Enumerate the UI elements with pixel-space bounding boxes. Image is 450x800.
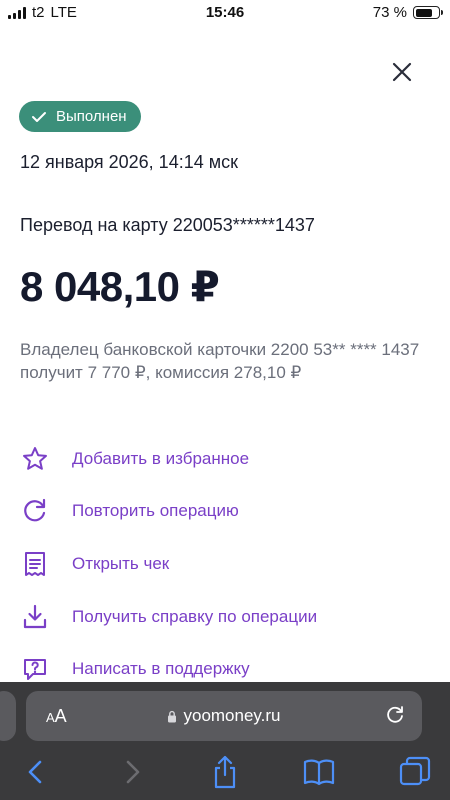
reload-icon[interactable] bbox=[384, 704, 406, 726]
battery-fill bbox=[415, 8, 432, 17]
chat-question-icon bbox=[24, 659, 46, 680]
close-icon bbox=[392, 62, 412, 82]
open-receipt-button[interactable]: Открыть чек bbox=[0, 542, 450, 586]
share-icon[interactable] bbox=[207, 754, 243, 790]
operation-title: Перевод на карту 220053******1437 bbox=[20, 215, 315, 235]
action-label: Открыть чек bbox=[72, 554, 170, 573]
browser-toolbar: AA yoomoney.ru bbox=[0, 682, 450, 800]
star-icon bbox=[23, 447, 47, 470]
battery-icon bbox=[413, 6, 443, 19]
battery-info: 73 % bbox=[372, 4, 443, 21]
address-bar[interactable]: AA yoomoney.ru bbox=[26, 691, 422, 741]
back-icon[interactable] bbox=[18, 754, 54, 790]
operation-date: 12 января 2026, 14:14 мск bbox=[20, 152, 238, 172]
add-to-favorites-button[interactable]: Добавить в избранное bbox=[0, 437, 450, 481]
repeat-icon bbox=[24, 498, 46, 522]
battery-percent: 73 % bbox=[372, 4, 407, 21]
action-label: Написать в поддержку bbox=[72, 659, 250, 678]
browser-nav-row bbox=[0, 754, 450, 790]
close-button[interactable] bbox=[388, 58, 416, 86]
check-icon bbox=[32, 111, 46, 122]
url-display: yoomoney.ru bbox=[26, 706, 422, 726]
url-text: yoomoney.ru bbox=[183, 706, 281, 725]
operation-description: Владелец банковской карточки 2200 53** *… bbox=[20, 340, 420, 382]
forward-icon[interactable] bbox=[114, 754, 150, 790]
previous-tab-edge[interactable] bbox=[0, 691, 16, 741]
get-certificate-button[interactable]: Получить справку по операции bbox=[0, 595, 450, 639]
operation-amount: 8 048,10 ₽ bbox=[20, 263, 220, 310]
bookmarks-icon[interactable] bbox=[301, 754, 337, 790]
lock-icon bbox=[168, 710, 177, 722]
receipt-icon bbox=[25, 552, 45, 576]
action-label: Получить справку по операции bbox=[72, 607, 318, 626]
repeat-operation-button[interactable]: Повторить операцию bbox=[0, 489, 450, 533]
status-bar: t2 LTE 15:46 73 % bbox=[0, 0, 450, 26]
status-badge: Выполнен bbox=[19, 101, 141, 132]
download-icon bbox=[23, 604, 47, 629]
tabs-icon[interactable] bbox=[397, 754, 433, 790]
status-badge-label: Выполнен bbox=[56, 108, 127, 125]
action-label: Добавить в избранное bbox=[72, 449, 250, 468]
action-label: Повторить операцию bbox=[72, 501, 239, 520]
